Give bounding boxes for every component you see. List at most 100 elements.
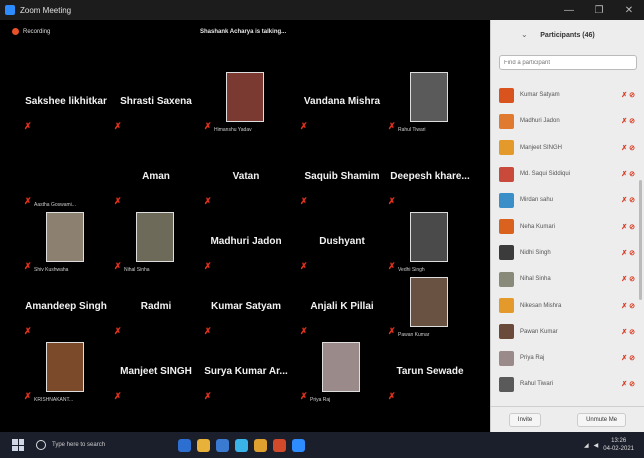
- participant-row[interactable]: Md. Saqui Siddiqui ✗ ⊘: [491, 161, 639, 187]
- participant-video-tile[interactable]: Sakshee likhitkar ✗: [20, 70, 112, 136]
- participant-row-name: Priya Raj: [520, 355, 545, 362]
- windows-start-icon[interactable]: [12, 439, 24, 451]
- participant-row[interactable]: Priya Raj ✗ ⊘: [491, 345, 639, 371]
- participant-video-tile[interactable]: Anjali K Pillai ✗: [296, 275, 388, 341]
- participant-video-tile[interactable]: Shrasti Saxena ✗: [110, 70, 202, 136]
- participant-video-tile[interactable]: ✗ Himanshu Yadav: [200, 70, 292, 136]
- muted-mic-video-icon: ✗ ⊘: [621, 381, 635, 389]
- participants-footer: Invite Unmute Me: [491, 406, 644, 432]
- chrome-icon[interactable]: [273, 438, 286, 452]
- avatar: [499, 87, 514, 103]
- participant-row[interactable]: Kumar Satyam ✗ ⊘: [491, 82, 639, 108]
- participant-name: Tarun Sewade: [396, 366, 464, 377]
- file-explorer-icon[interactable]: [197, 438, 210, 452]
- participant-row[interactable]: Rahul Tiwari ✗ ⊘: [491, 371, 639, 397]
- participant-row[interactable]: Nihal Sinha ✗ ⊘: [491, 266, 639, 292]
- participant-name: Manjeet SINGH: [120, 366, 192, 377]
- participant-video-tile[interactable]: Aman ✗: [110, 145, 202, 211]
- participant-video-tile[interactable]: Tarun Sewade ✗: [384, 340, 476, 406]
- participant-video-tile[interactable]: Kumar Satyam ✗: [200, 275, 292, 341]
- participant-video-tile[interactable]: ✗ KRISHNAKANT...: [20, 340, 112, 406]
- recording-indicator[interactable]: Recording: [12, 28, 50, 35]
- maximize-icon[interactable]: ❐: [584, 0, 614, 20]
- participant-row[interactable]: Neha Kumari ✗ ⊘: [491, 213, 639, 239]
- participant-row-name: Nidhi Singh: [520, 249, 551, 256]
- participant-video-tile[interactable]: Vandana Mishra ✗: [296, 70, 388, 136]
- participant-video-tile[interactable]: Surya Kumar Ar... ✗: [200, 340, 292, 406]
- taskbar-search-box[interactable]: Type here to search: [52, 442, 172, 448]
- muted-mic-video-icon: ✗ ⊘: [621, 118, 635, 126]
- participant-name-label: Priya Raj: [310, 397, 331, 403]
- participant-video-tile[interactable]: Madhuri Jadon ✗: [200, 210, 292, 276]
- participant-video-tile[interactable]: Deepesh khare... ✗: [384, 145, 476, 211]
- participant-video-tile[interactable]: Saquib Shamim ✗: [296, 145, 388, 211]
- chevron-down-icon[interactable]: ⌄: [521, 30, 528, 39]
- edge-icon[interactable]: [178, 438, 191, 452]
- network-icon[interactable]: ◢: [584, 442, 589, 449]
- clock[interactable]: 13:26 04-02-2021: [603, 437, 634, 453]
- participant-row-name: Kumar Satyam: [520, 92, 560, 99]
- muted-mic-icon: ✗: [114, 326, 122, 336]
- muted-mic-icon: ✗: [114, 121, 122, 131]
- minimize-icon[interactable]: —: [554, 0, 584, 20]
- participant-video-tile[interactable]: ✗ Priya Raj: [296, 340, 388, 406]
- clock-time: 13:26: [611, 438, 627, 444]
- zoom-taskbar-icon[interactable]: [292, 438, 305, 452]
- participant-row[interactable]: Madhuri Jadon ✗ ⊘: [491, 108, 639, 134]
- participant-name-label: Nihal Sinha: [124, 267, 150, 273]
- muted-mic-icon: ✗: [388, 261, 396, 271]
- participant-video-tile[interactable]: ✗ Shiv Kushwaha: [20, 210, 112, 276]
- participant-name: Anjali K Pillai: [310, 301, 374, 312]
- participant-video-tile[interactable]: ✗ Aastha Goswami...: [20, 145, 112, 211]
- participant-video-tile[interactable]: Dushyant ✗: [296, 210, 388, 276]
- app-icon[interactable]: [254, 438, 267, 452]
- participant-video-tile[interactable]: ✗ Nihal Sinha: [110, 210, 202, 276]
- participant-name: Saquib Shamim: [304, 171, 380, 182]
- participant-row[interactable]: Mirdan sahu ✗ ⊘: [491, 187, 639, 213]
- participant-name-label: Himanshu Yadav: [214, 127, 252, 133]
- participant-video-thumbnail: [46, 342, 84, 392]
- participant-video-tile[interactable]: Manjeet SINGH ✗: [110, 340, 202, 406]
- participant-name: Surya Kumar Ar...: [204, 366, 288, 377]
- participant-name: Vandana Mishra: [303, 96, 381, 107]
- muted-mic-video-icon: ✗ ⊘: [621, 171, 635, 179]
- participant-video-tile[interactable]: Amandeep Singh ✗: [20, 275, 112, 341]
- record-dot-icon: [12, 28, 19, 35]
- participant-list-scrollbar[interactable]: [639, 180, 642, 300]
- mail-icon[interactable]: [235, 438, 248, 452]
- muted-mic-video-icon: ✗ ⊘: [621, 223, 635, 231]
- participant-row[interactable]: Manjeet SINGH ✗ ⊘: [491, 135, 639, 161]
- muted-mic-video-icon: ✗ ⊘: [621, 328, 635, 336]
- participant-row[interactable]: Nidhi Singh ✗ ⊘: [491, 240, 639, 266]
- participant-search-input[interactable]: [499, 55, 637, 70]
- participant-video-tile[interactable]: Radmi ✗: [110, 275, 202, 341]
- participants-header: ⌄ Participants (46): [491, 20, 644, 50]
- participant-video-tile[interactable]: ✗ Rahul Tiwari: [384, 70, 476, 136]
- avatar: [499, 192, 514, 208]
- avatar: [499, 166, 514, 182]
- participant-row[interactable]: Nikesan Mishra ✗ ⊘: [491, 292, 639, 318]
- participant-row-name: Pawan Kumar: [520, 328, 558, 335]
- participant-name: Dushyant: [319, 236, 365, 247]
- muted-mic-icon: ✗: [388, 391, 396, 401]
- volume-icon[interactable]: ◀: [594, 442, 599, 449]
- participant-row[interactable]: Pawan Kumar ✗ ⊘: [491, 319, 639, 345]
- participant-row-name: Madhuri Jadon: [520, 118, 560, 125]
- search-icon[interactable]: [36, 440, 46, 450]
- muted-mic-icon: ✗: [24, 196, 32, 206]
- store-icon[interactable]: [216, 438, 229, 452]
- participant-video-tile[interactable]: ✗ Vedhi Singh: [384, 210, 476, 276]
- participant-row-name: Nikesan Mishra: [520, 302, 562, 309]
- unmute-me-button[interactable]: Unmute Me: [577, 412, 627, 427]
- close-icon[interactable]: ✕: [614, 0, 644, 20]
- participant-name-label: Pawan Kumar: [398, 332, 430, 338]
- muted-mic-icon: ✗: [24, 326, 32, 336]
- invite-button[interactable]: Invite: [508, 412, 542, 427]
- participant-video-tile[interactable]: ✗ Pawan Kumar: [384, 275, 476, 341]
- participant-video-tile[interactable]: Vatan ✗: [200, 145, 292, 211]
- window-title: Zoom Meeting: [20, 5, 72, 15]
- avatar: [499, 376, 514, 392]
- muted-mic-video-icon: ✗ ⊘: [621, 249, 635, 257]
- window-titlebar: Zoom Meeting — ❐ ✕: [0, 0, 644, 20]
- muted-mic-icon: ✗: [204, 326, 212, 336]
